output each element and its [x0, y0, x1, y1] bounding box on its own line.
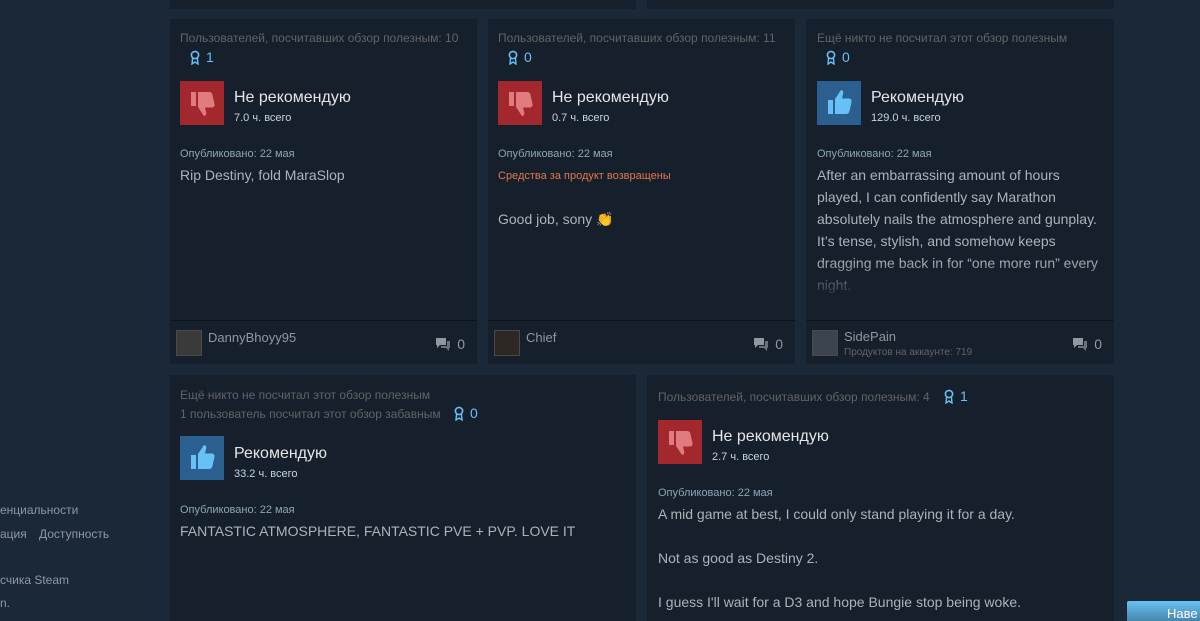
review-card[interactable]: Ещё никто не посчитал этот обзор полезны…: [806, 19, 1114, 364]
helpful-count: Ещё никто не посчитал этот обзор полезны…: [817, 31, 1068, 45]
thumbs-up-icon: [817, 81, 861, 125]
review-verdict[interactable]: Рекомендую: [871, 89, 964, 107]
hours-played: 129.0 ч. всего: [871, 112, 941, 124]
award-button[interactable]: 0: [508, 49, 532, 65]
award-ribbon-icon: [508, 50, 518, 65]
posted-date: Опубликовано: 22 мая: [180, 148, 295, 160]
hours-played: 2.7 ч. всего: [712, 451, 770, 463]
review-text: Rip Destiny, fold MaraSlop: [180, 167, 345, 183]
posted-date: Опубликовано: 22 мая: [498, 148, 613, 160]
review-author-bar: DannyBhoyy95 0: [170, 320, 477, 364]
comment-bubble-icon: [436, 338, 451, 351]
award-count: 1: [960, 388, 968, 404]
review-text-line: I guess I'll wait for a D3 and hope Bung…: [658, 594, 1022, 610]
review-verdict[interactable]: Рекомендую: [234, 445, 327, 463]
helpful-count: Пользователей, посчитавших обзор полезны…: [658, 390, 930, 404]
posted-date: Опубликовано: 22 мая: [180, 504, 295, 516]
review-text: Good job, sony 👏: [498, 211, 614, 227]
avatar[interactable]: [494, 330, 520, 356]
author-name[interactable]: DannyBhoyy95: [208, 330, 296, 345]
thumbs-down-icon: [180, 81, 224, 125]
award-ribbon-icon: [944, 389, 954, 404]
review-verdict[interactable]: Не рекомендую: [234, 89, 351, 107]
helpful-count: Ещё никто не посчитал этот обзор полезны…: [180, 388, 431, 402]
comments-count: 0: [457, 336, 465, 352]
award-ribbon-icon: [454, 406, 464, 421]
award-ribbon-icon: [826, 50, 836, 65]
review-card-partial: [647, 0, 1114, 9]
footer-link-accessibility[interactable]: Доступность: [39, 527, 109, 541]
review-card[interactable]: Пользователей, посчитавших обзор полезны…: [488, 19, 795, 364]
posted-date: Опубликовано: 22 мая: [658, 487, 773, 499]
helpful-count: Пользователей, посчитавших обзор полезны…: [498, 31, 776, 45]
review-text-line: Not as good as Destiny 2.: [658, 550, 819, 566]
award-button[interactable]: 1: [190, 49, 214, 65]
review-verdict[interactable]: Не рекомендую: [552, 89, 669, 107]
award-button[interactable]: 0: [454, 405, 478, 421]
author-name[interactable]: SidePain: [844, 329, 896, 344]
comment-bubble-icon: [754, 338, 769, 351]
footer-link-privacy[interactable]: енциальности: [0, 503, 78, 517]
review-text-line: A mid game at best, I could only stand p…: [658, 506, 1015, 522]
hours-played: 7.0 ч. всего: [234, 112, 292, 124]
comments-count: 0: [1094, 336, 1102, 352]
footer-link-legal[interactable]: ация: [0, 527, 27, 541]
text-fade-overlay: [806, 260, 1114, 300]
comment-bubble-icon: [1073, 338, 1088, 351]
review-card[interactable]: Пользователей, посчитавших обзор полезны…: [647, 375, 1114, 621]
review-verdict[interactable]: Не рекомендую: [712, 428, 829, 446]
award-count: 1: [206, 49, 214, 65]
award-ribbon-icon: [190, 50, 200, 65]
posted-date: Опубликовано: 22 мая: [817, 148, 932, 160]
award-count: 0: [470, 405, 478, 421]
award-button[interactable]: 0: [826, 49, 850, 65]
helpful-count: Пользователей, посчитавших обзор полезны…: [180, 31, 459, 45]
award-count: 0: [524, 49, 532, 65]
hours-played: 0.7 ч. всего: [552, 112, 610, 124]
avatar[interactable]: [176, 330, 202, 356]
review-author-bar: SidePain Продуктов на аккаунте: 719 0: [806, 320, 1114, 364]
thumbs-up-icon: [180, 436, 224, 480]
avatar[interactable]: [812, 330, 838, 356]
refund-notice: Средства за продукт возвращены: [498, 170, 671, 182]
review-text: FANTASTIC ATMOSPHERE, FANTASTIC PVE + PV…: [180, 523, 576, 539]
review-card[interactable]: Ещё никто не посчитал этот обзор полезны…: [170, 375, 636, 621]
comments-button[interactable]: 0: [1072, 336, 1102, 352]
award-count: 0: [842, 49, 850, 65]
award-button[interactable]: 1: [944, 388, 968, 404]
funny-count: 1 пользователь посчитал этот обзор забав…: [180, 407, 441, 421]
author-name[interactable]: Chief: [526, 330, 556, 345]
review-card-partial: [170, 0, 636, 9]
products-count: Продуктов на аккаунте: 719: [844, 347, 973, 358]
left-footer-area: енциальности ация Доступность счика Stea…: [0, 0, 168, 621]
thumbs-down-icon: [658, 420, 702, 464]
comments-button[interactable]: 0: [753, 336, 783, 352]
comments-count: 0: [775, 336, 783, 352]
next-page-button[interactable]: Наве: [1127, 601, 1200, 621]
footer-link-steam[interactable]: счика Steam: [0, 573, 69, 587]
review-card[interactable]: Пользователей, посчитавших обзор полезны…: [170, 19, 477, 364]
thumbs-down-icon: [498, 81, 542, 125]
hours-played: 33.2 ч. всего: [234, 468, 298, 480]
review-author-bar: Chief 0: [488, 320, 795, 364]
footer-link-misc[interactable]: n.: [0, 596, 10, 610]
comments-button[interactable]: 0: [435, 336, 465, 352]
